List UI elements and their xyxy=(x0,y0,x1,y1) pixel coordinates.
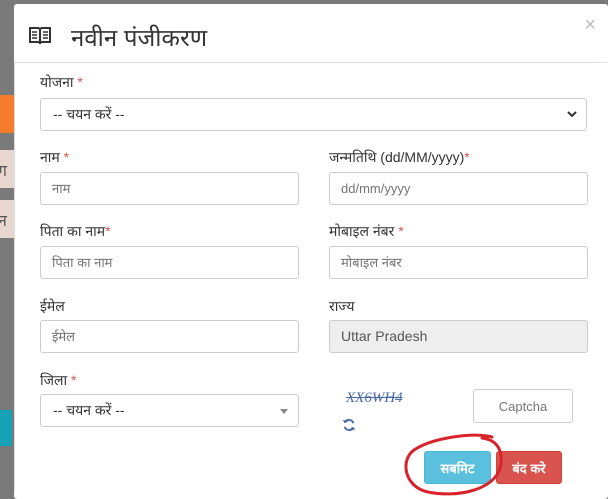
father-name-input[interactable] xyxy=(40,246,299,279)
background-button xyxy=(0,410,12,446)
modal-header: नवीन पंजीकरण × xyxy=(14,4,608,63)
mobile-input[interactable] xyxy=(329,246,588,279)
book-icon xyxy=(29,27,51,45)
scheme-select[interactable]: -- चयन करें -- xyxy=(40,98,587,131)
email-label: ईमेल xyxy=(40,298,65,314)
background-header-strip xyxy=(0,95,14,133)
submit-button[interactable]: सबमिट xyxy=(424,451,491,484)
state-label: राज्य xyxy=(329,298,355,314)
background-text: न xyxy=(0,213,7,230)
mobile-label: मोबाइल नंबर * xyxy=(329,223,404,239)
background-cell: न xyxy=(0,200,14,238)
district-label: जिला * xyxy=(40,372,77,388)
scheme-label: योजना * xyxy=(40,74,83,90)
background-cell: ग xyxy=(0,150,14,188)
caret-down-icon xyxy=(280,409,288,414)
scheme-select-value: -- चयन करें -- xyxy=(53,106,125,122)
state-field: Uttar Pradesh xyxy=(329,320,588,353)
dob-input[interactable] xyxy=(329,172,588,205)
father-name-label: पिता का नाम* xyxy=(40,223,111,239)
name-input[interactable] xyxy=(40,172,299,205)
email-input[interactable] xyxy=(40,320,299,353)
background-text: ग xyxy=(0,163,8,180)
district-select-value: -- चयन करें -- xyxy=(53,402,125,418)
refresh-icon[interactable] xyxy=(342,418,356,432)
name-label: नाम * xyxy=(40,149,70,165)
chevron-down-icon xyxy=(567,111,577,118)
close-button[interactable]: बंद करे xyxy=(496,451,562,484)
dob-label: जन्मतिथि (dd/MM/yyyy)* xyxy=(329,149,470,165)
captcha-input[interactable] xyxy=(473,389,573,423)
modal-title: नवीन पंजीकरण xyxy=(71,25,208,52)
close-icon[interactable]: × xyxy=(584,14,596,37)
captcha-image: XX6WH4 xyxy=(346,390,403,406)
district-select[interactable]: -- चयन करें -- xyxy=(40,394,299,427)
